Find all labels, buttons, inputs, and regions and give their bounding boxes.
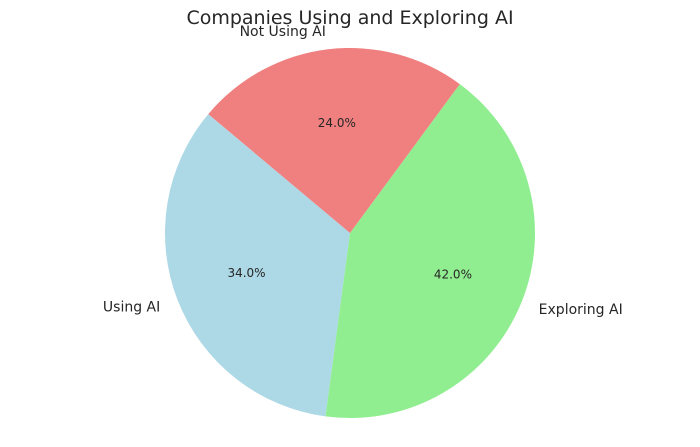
slice-label-exploring-ai: Exploring AI xyxy=(539,302,623,318)
chart-title: Companies Using and Exploring AI xyxy=(186,7,513,29)
pie-slices xyxy=(164,47,535,418)
slice-label-using-ai: Using AI xyxy=(103,300,160,316)
pct-label-using-ai: 34.0% xyxy=(227,266,265,280)
pct-label-not-using-ai: 24.0% xyxy=(318,116,356,130)
pct-label-exploring-ai: 42.0% xyxy=(434,268,472,282)
pie-chart: Companies Using and Exploring AI Using A… xyxy=(0,0,700,447)
slice-label-not-using-ai: Not Using AI xyxy=(240,24,326,40)
